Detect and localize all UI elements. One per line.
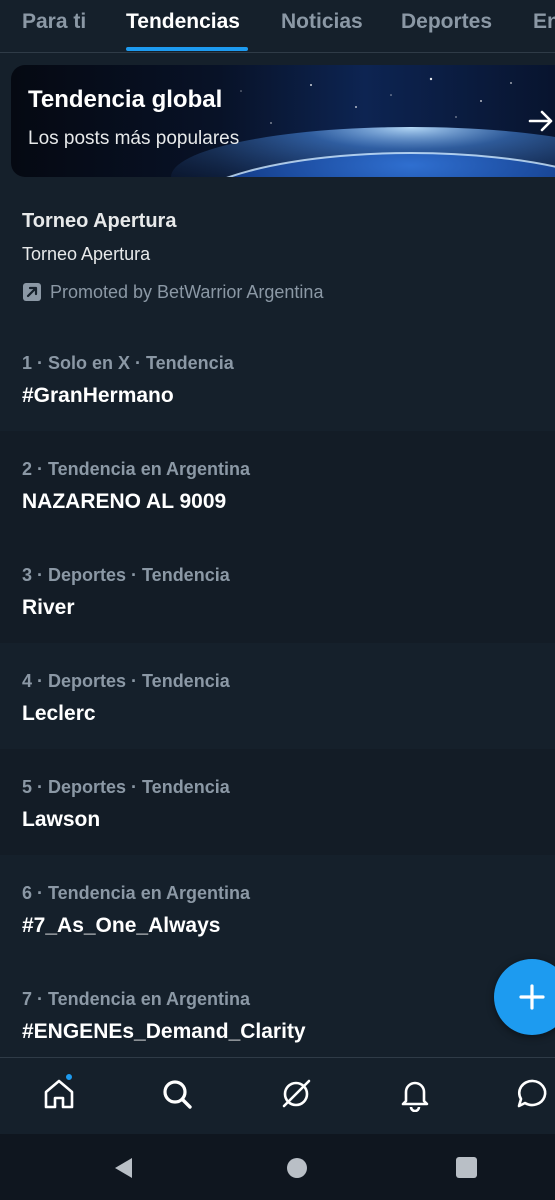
trend-name: Lawson: [22, 808, 101, 831]
trend-meta: 4 · Deportes · Tendencia: [22, 671, 230, 691]
bottom-navigation: [0, 1057, 555, 1134]
bell-icon[interactable]: [397, 1076, 433, 1112]
promoted-trend[interactable]: Torneo Apertura Torneo Apertura Promoted…: [0, 192, 555, 318]
trend-name: River: [22, 596, 75, 619]
app-root: Para ti Tendencias Noticias Deportes Ent…: [0, 0, 555, 1200]
promoted-by-text: Promoted by BetWarrior Argentina: [50, 281, 324, 302]
back-triangle-icon[interactable]: [112, 1156, 136, 1180]
home-icon[interactable]: [41, 1076, 77, 1112]
promoted-by-line: Promoted by BetWarrior Argentina: [22, 281, 323, 303]
trend-item[interactable]: 6 · Tendencia en Argentina #7_As_One_Alw…: [0, 855, 555, 961]
tab-noticias[interactable]: Noticias: [281, 0, 363, 52]
plus-icon: [519, 984, 545, 1010]
trend-meta: 3 · Deportes · Tendencia: [22, 565, 230, 585]
trend-item[interactable]: 7 · Tendencia en Argentina #ENGENEs_Dema…: [0, 961, 555, 1067]
promoted-icon: [23, 283, 41, 301]
trend-name: Leclerc: [22, 702, 96, 725]
trend-name: #7_As_One_Always: [22, 914, 221, 937]
trend-meta: 1 · Solo en X · Tendencia: [22, 353, 234, 373]
explore-tabs: Para ti Tendencias Noticias Deportes Ent…: [0, 0, 555, 53]
search-icon[interactable]: [159, 1076, 195, 1112]
promoted-title: Torneo Apertura: [22, 210, 177, 232]
trend-meta: 7 · Tendencia en Argentina: [22, 989, 251, 1009]
trend-name: #ENGENEs_Demand_Clarity: [22, 1020, 306, 1043]
active-tab-indicator: [126, 47, 248, 51]
recents-square-icon[interactable]: [456, 1157, 477, 1178]
banner-title: Tendencia global: [28, 86, 223, 113]
grok-icon[interactable]: [278, 1076, 314, 1112]
trend-meta: 2 · Tendencia en Argentina: [22, 459, 251, 479]
trend-item[interactable]: 1 · Solo en X · Tendencia #GranHermano: [0, 325, 555, 431]
banner-subtitle: Los posts más populares: [28, 128, 240, 149]
messages-icon[interactable]: [515, 1076, 551, 1112]
tab-tendencias[interactable]: Tendencias: [126, 0, 240, 52]
global-trend-banner[interactable]: Tendencia global Los posts más populares: [11, 65, 555, 177]
trend-item[interactable]: 2 · Tendencia en Argentina NAZARENO AL 9…: [0, 431, 555, 537]
notification-dot: [65, 1073, 73, 1081]
trend-item[interactable]: 3 · Deportes · Tendencia River: [0, 537, 555, 643]
earth-space-image: [171, 77, 555, 177]
promoted-subtitle: Torneo Apertura: [22, 244, 151, 264]
tab-para-ti[interactable]: Para ti: [22, 0, 86, 52]
trend-meta: 6 · Tendencia en Argentina: [22, 883, 251, 903]
system-navigation-bar: [0, 1134, 555, 1200]
trend-name: NAZARENO AL 9009: [22, 490, 227, 513]
trend-meta: 5 · Deportes · Tendencia: [22, 777, 230, 797]
trend-item[interactable]: 5 · Deportes · Tendencia Lawson: [0, 749, 555, 855]
arrow-right-icon: [528, 110, 553, 132]
tab-deportes[interactable]: Deportes: [401, 0, 492, 52]
home-circle-icon[interactable]: [286, 1157, 308, 1179]
trend-name: #GranHermano: [22, 384, 174, 407]
trend-item[interactable]: 4 · Deportes · Tendencia Leclerc: [0, 643, 555, 749]
tab-entretenimiento[interactable]: Entretenimiento: [533, 0, 555, 52]
